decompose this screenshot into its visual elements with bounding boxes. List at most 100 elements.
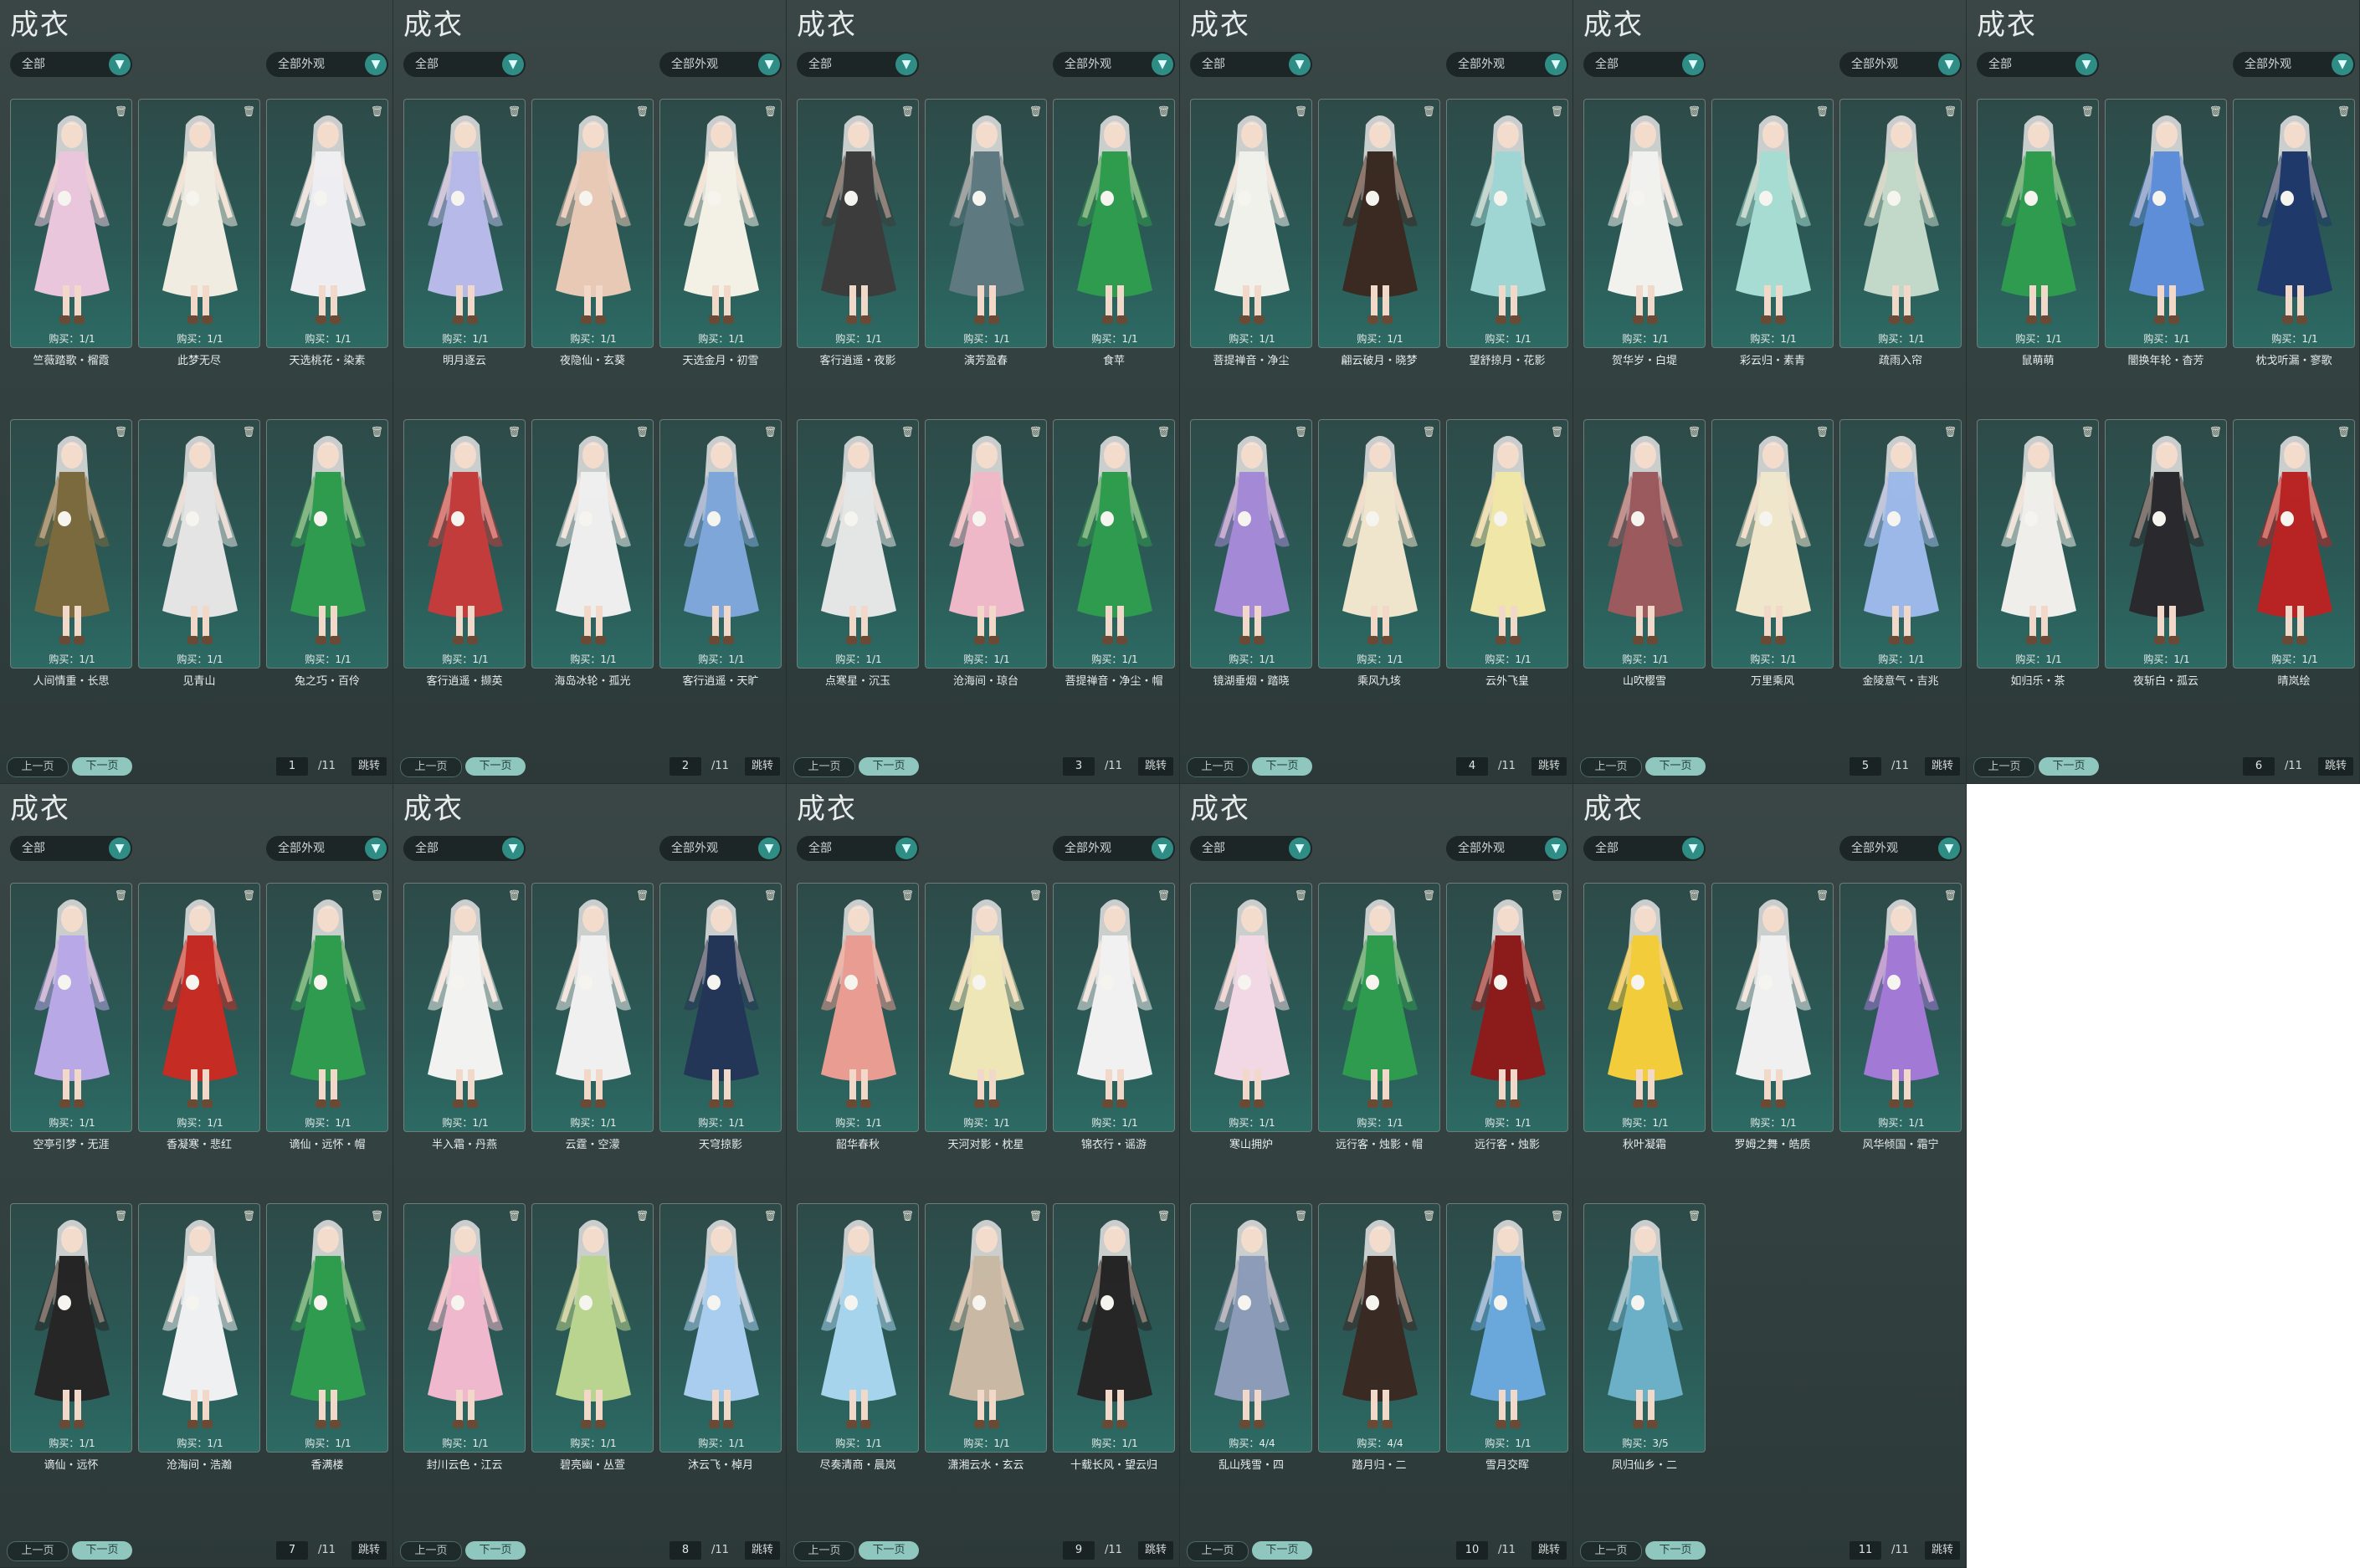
page-number-input[interactable]: 10: [1456, 1541, 1488, 1560]
outfit-card[interactable]: 🗑 购买：1/1: [1446, 883, 1568, 1132]
next-page-button[interactable]: 下一页: [465, 757, 526, 776]
trash-icon[interactable]: 🗑: [1551, 425, 1563, 438]
page-number-input[interactable]: 2: [670, 757, 701, 776]
page-number-input[interactable]: 5: [1850, 757, 1881, 776]
outfit-card[interactable]: 🗑 购买：1/1: [138, 419, 260, 669]
jump-button[interactable]: 跳转: [1138, 757, 1173, 776]
trash-icon[interactable]: 🗑: [1688, 105, 1701, 118]
outfit-card[interactable]: 🗑 购买：1/1: [10, 419, 132, 669]
outfit-card[interactable]: 🗑 购买：1/1: [659, 883, 782, 1132]
appearance-filter-dropdown[interactable]: 全部外观 ▼: [1839, 52, 1962, 77]
trash-icon[interactable]: 🗑: [1944, 889, 1957, 902]
category-filter-dropdown[interactable]: 全部 ▼: [797, 836, 919, 861]
outfit-card[interactable]: 🗑 购买：1/1: [797, 419, 919, 669]
outfit-card[interactable]: 🗑 购买：3/5: [1583, 1203, 1706, 1453]
trash-icon[interactable]: 🗑: [1157, 425, 1170, 438]
trash-icon[interactable]: 🗑: [1029, 1209, 1042, 1222]
next-page-button[interactable]: 下一页: [72, 1541, 132, 1560]
prev-page-button[interactable]: 上一页: [7, 1541, 69, 1561]
outfit-card[interactable]: 🗑 购买：1/1: [1711, 419, 1834, 669]
category-filter-dropdown[interactable]: 全部 ▼: [797, 52, 919, 77]
next-page-button[interactable]: 下一页: [2039, 757, 2099, 776]
outfit-card[interactable]: 🗑 购买：1/1: [10, 883, 132, 1132]
outfit-card[interactable]: 🗑 购买：1/1: [403, 99, 526, 348]
appearance-filter-dropdown[interactable]: 全部外观 ▼: [1839, 836, 1962, 861]
outfit-card[interactable]: 🗑 购买：1/1: [266, 883, 388, 1132]
trash-icon[interactable]: 🗑: [508, 1209, 521, 1222]
outfit-card[interactable]: 🗑 购买：1/1: [1190, 419, 1312, 669]
outfit-card[interactable]: 🗑 购买：1/1: [1446, 99, 1568, 348]
outfit-card[interactable]: 🗑 购买：1/1: [138, 1203, 260, 1453]
trash-icon[interactable]: 🗑: [1423, 425, 1435, 438]
trash-icon[interactable]: 🗑: [2337, 105, 2350, 118]
trash-icon[interactable]: 🗑: [243, 1209, 255, 1222]
category-filter-dropdown[interactable]: 全部 ▼: [1190, 52, 1312, 77]
trash-icon[interactable]: 🗑: [901, 425, 914, 438]
trash-icon[interactable]: 🗑: [901, 889, 914, 902]
trash-icon[interactable]: 🗑: [115, 425, 127, 438]
outfit-card[interactable]: 🗑 购买：1/1: [1583, 99, 1706, 348]
trash-icon[interactable]: 🗑: [1423, 1209, 1435, 1222]
outfit-card[interactable]: 🗑 购买：1/1: [925, 419, 1047, 669]
prev-page-button[interactable]: 上一页: [7, 757, 69, 777]
outfit-card[interactable]: 🗑 购买：1/1: [1318, 99, 1440, 348]
outfit-card[interactable]: 🗑 购买：1/1: [1583, 883, 1706, 1132]
trash-icon[interactable]: 🗑: [1944, 105, 1957, 118]
outfit-card[interactable]: 🗑 购买：1/1: [531, 1203, 654, 1453]
outfit-card[interactable]: 🗑 购买：1/1: [138, 99, 260, 348]
prev-page-button[interactable]: 上一页: [1580, 1541, 1642, 1561]
trash-icon[interactable]: 🗑: [901, 105, 914, 118]
outfit-card[interactable]: 🗑 购买：1/1: [266, 419, 388, 669]
outfit-card[interactable]: 🗑 购买：1/1: [797, 1203, 919, 1453]
outfit-card[interactable]: 🗑 购买：1/1: [797, 883, 919, 1132]
prev-page-button[interactable]: 上一页: [1973, 757, 2035, 777]
trash-icon[interactable]: 🗑: [1029, 425, 1042, 438]
jump-button[interactable]: 跳转: [1925, 1541, 1960, 1560]
trash-icon[interactable]: 🗑: [371, 105, 383, 118]
outfit-card[interactable]: 🗑 购买：1/1: [531, 419, 654, 669]
trash-icon[interactable]: 🗑: [115, 889, 127, 902]
outfit-card[interactable]: 🗑 购买：1/1: [925, 99, 1047, 348]
trash-icon[interactable]: 🗑: [1029, 889, 1042, 902]
trash-icon[interactable]: 🗑: [2081, 105, 2094, 118]
trash-icon[interactable]: 🗑: [2337, 425, 2350, 438]
jump-button[interactable]: 跳转: [351, 757, 387, 776]
next-page-button[interactable]: 下一页: [859, 1541, 919, 1560]
outfit-card[interactable]: 🗑 购买：1/1: [1839, 883, 1962, 1132]
trash-icon[interactable]: 🗑: [636, 1209, 649, 1222]
trash-icon[interactable]: 🗑: [1944, 425, 1957, 438]
trash-icon[interactable]: 🗑: [901, 1209, 914, 1222]
outfit-card[interactable]: 🗑 购买：1/1: [925, 883, 1047, 1132]
prev-page-button[interactable]: 上一页: [400, 1541, 462, 1561]
next-page-button[interactable]: 下一页: [1645, 757, 1706, 776]
outfit-card[interactable]: 🗑 购买：1/1: [10, 99, 132, 348]
outfit-card[interactable]: 🗑 购买：1/1: [1839, 99, 1962, 348]
outfit-card[interactable]: 🗑 购买：1/1: [531, 99, 654, 348]
outfit-card[interactable]: 🗑 购买：1/1: [10, 1203, 132, 1453]
trash-icon[interactable]: 🗑: [243, 425, 255, 438]
outfit-card[interactable]: 🗑 购买：4/4: [1190, 1203, 1312, 1453]
outfit-card[interactable]: 🗑 购买：1/1: [1446, 1203, 1568, 1453]
prev-page-button[interactable]: 上一页: [793, 1541, 855, 1561]
outfit-card[interactable]: 🗑 购买：1/1: [2105, 419, 2227, 669]
next-page-button[interactable]: 下一页: [1252, 1541, 1312, 1560]
category-filter-dropdown[interactable]: 全部 ▼: [1583, 836, 1706, 861]
page-number-input[interactable]: 6: [2243, 757, 2275, 776]
trash-icon[interactable]: 🗑: [243, 889, 255, 902]
trash-icon[interactable]: 🗑: [1816, 105, 1829, 118]
trash-icon[interactable]: 🗑: [1423, 105, 1435, 118]
page-number-input[interactable]: 8: [670, 1541, 701, 1560]
trash-icon[interactable]: 🗑: [1157, 105, 1170, 118]
outfit-card[interactable]: 🗑 购买：1/1: [1583, 419, 1706, 669]
trash-icon[interactable]: 🗑: [1295, 1209, 1307, 1222]
next-page-button[interactable]: 下一页: [72, 757, 132, 776]
outfit-card[interactable]: 🗑 购买：1/1: [1053, 419, 1175, 669]
prev-page-button[interactable]: 上一页: [1187, 757, 1249, 777]
next-page-button[interactable]: 下一页: [1645, 1541, 1706, 1560]
outfit-card[interactable]: 🗑 购买：1/1: [2233, 419, 2355, 669]
trash-icon[interactable]: 🗑: [508, 889, 521, 902]
category-filter-dropdown[interactable]: 全部 ▼: [1190, 836, 1312, 861]
outfit-card[interactable]: 🗑 购买：1/1: [2233, 99, 2355, 348]
appearance-filter-dropdown[interactable]: 全部外观 ▼: [659, 836, 782, 861]
trash-icon[interactable]: 🗑: [764, 425, 777, 438]
